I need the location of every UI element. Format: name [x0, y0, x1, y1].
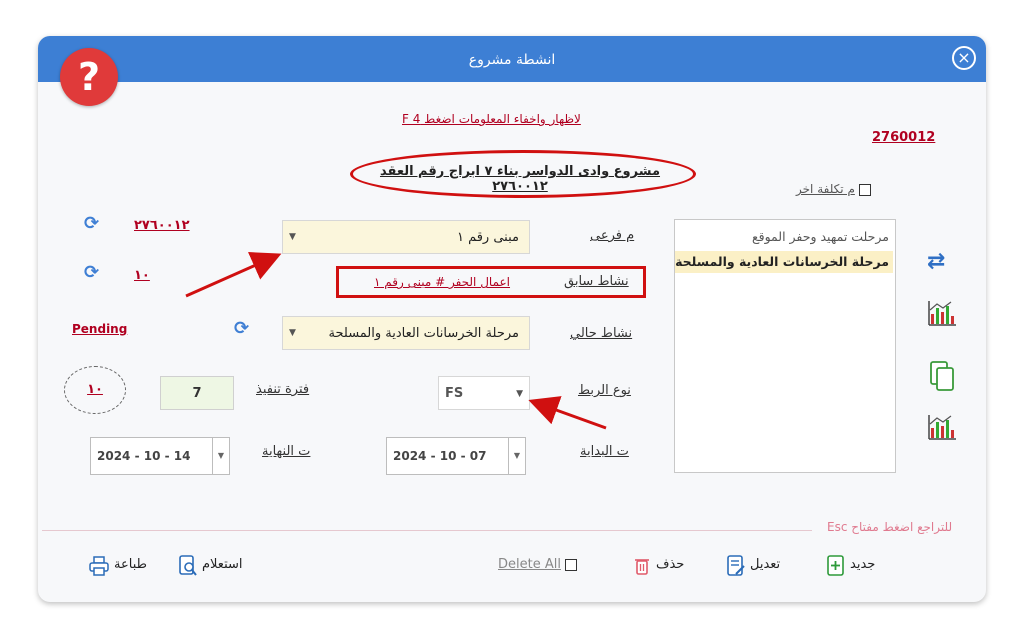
delete-all-label: Delete All: [498, 557, 561, 572]
print-label: طباعة: [114, 557, 147, 572]
trash-icon: [635, 559, 649, 575]
edit-document-icon: [727, 555, 745, 576]
edit-button[interactable]: تعديل: [722, 553, 786, 579]
divider: [42, 530, 812, 531]
printer-icon: [89, 556, 109, 576]
query-label: استعلام: [202, 557, 243, 572]
delete-all-checkbox[interactable]: [565, 558, 578, 571]
new-button[interactable]: جديد: [822, 553, 882, 579]
new-label: جديد: [850, 557, 876, 572]
delete-button[interactable]: حذف: [630, 553, 686, 579]
search-document-icon: [179, 555, 197, 576]
annotation-arrows: [185, 252, 607, 430]
delete-all-option[interactable]: Delete All: [498, 557, 578, 572]
query-button[interactable]: استعلام: [176, 553, 250, 579]
print-button[interactable]: طباعة: [86, 553, 156, 579]
add-document-icon: [827, 555, 844, 576]
delete-label: حذف: [656, 557, 685, 572]
esc-hint: للتراجع اضغط مفتاح Esc: [827, 520, 953, 534]
edit-label: تعديل: [750, 557, 781, 572]
